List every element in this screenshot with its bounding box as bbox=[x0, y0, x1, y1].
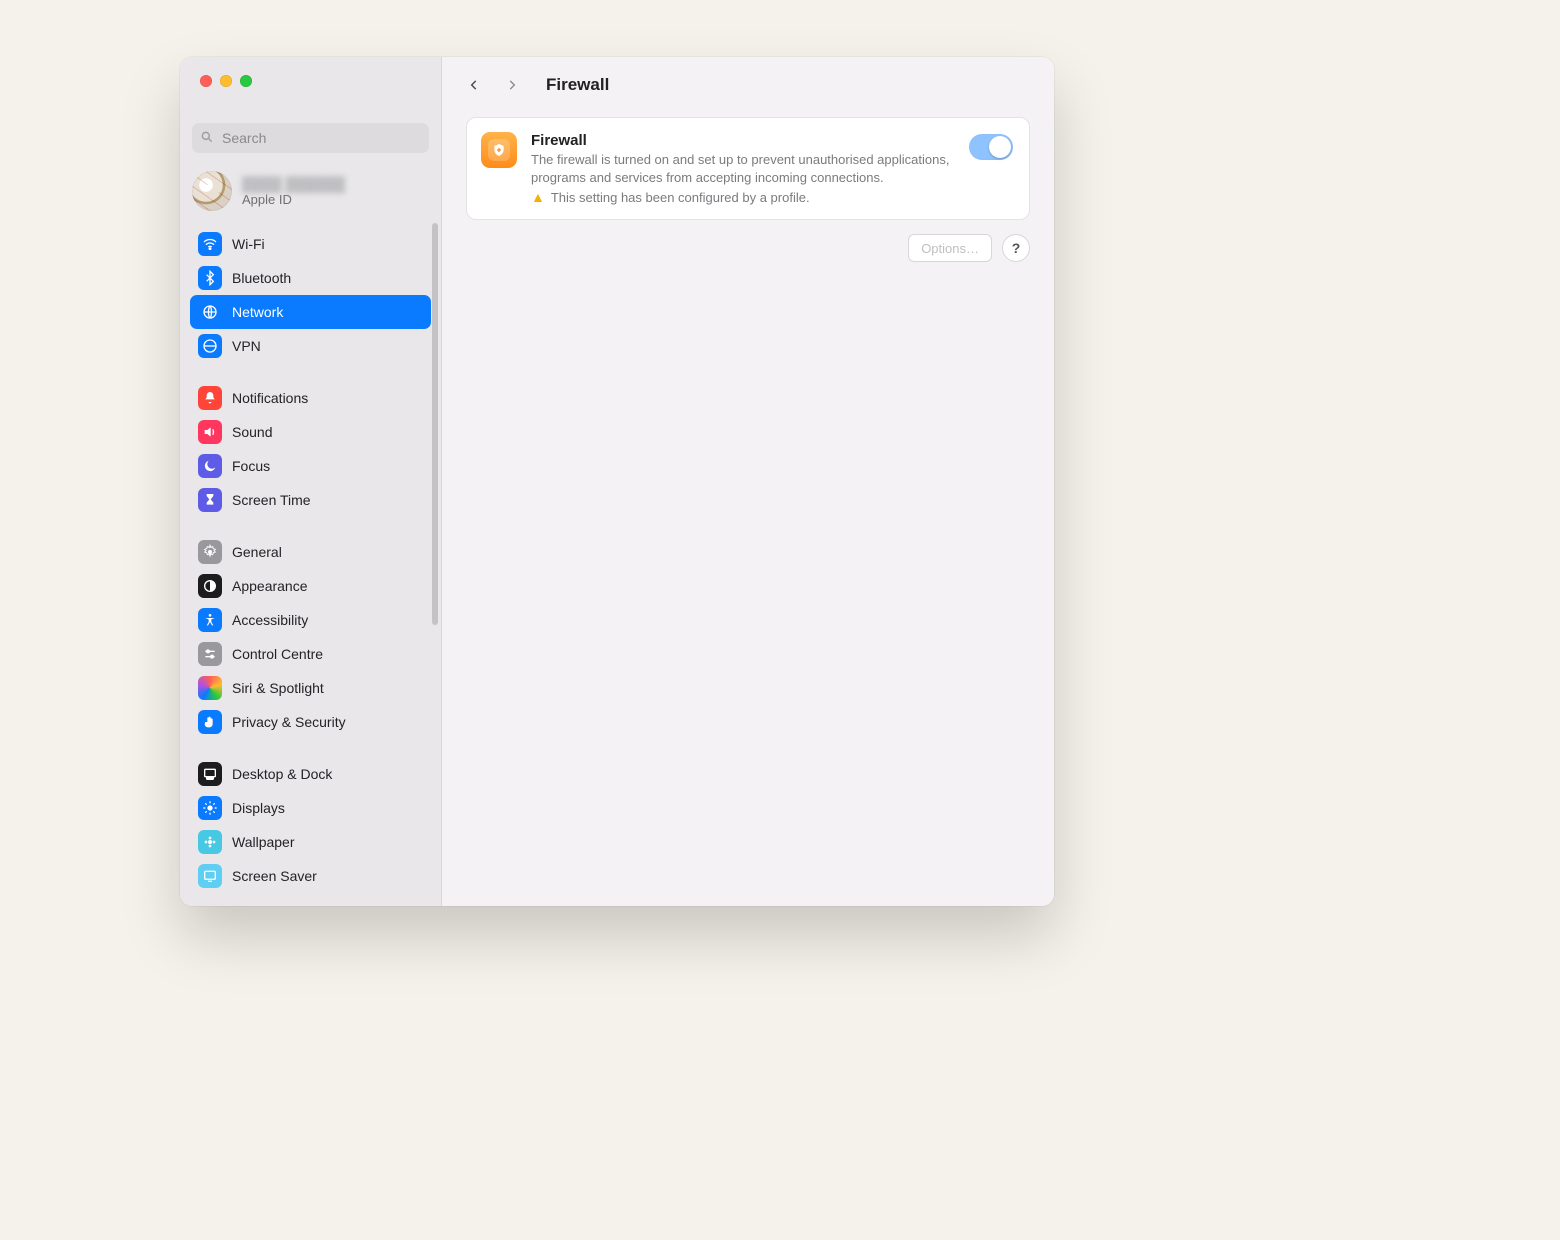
sidebar-group: Notifications Sound Focus Screen Time bbox=[180, 377, 441, 531]
sidebar-item-label: Sound bbox=[232, 424, 272, 440]
sidebar-item-network[interactable]: Network bbox=[190, 295, 431, 329]
profile-note-row: ▲ This setting has been configured by a … bbox=[531, 190, 955, 205]
gear-icon bbox=[198, 540, 222, 564]
window-controls bbox=[180, 57, 441, 113]
nav-back-button[interactable] bbox=[462, 73, 486, 97]
scrollbar[interactable] bbox=[432, 223, 438, 625]
sidebar-item-desktop-dock[interactable]: Desktop & Dock bbox=[190, 757, 431, 791]
nav-forward-button[interactable] bbox=[500, 73, 524, 97]
account-name: ████ ██████ bbox=[242, 176, 345, 192]
toggle-knob bbox=[989, 136, 1011, 158]
moon-icon bbox=[198, 454, 222, 478]
sidebar-item-label: Bluetooth bbox=[232, 270, 291, 286]
options-label: Options… bbox=[921, 241, 979, 256]
sidebar-item-label: Notifications bbox=[232, 390, 308, 406]
sidebar-item-sound[interactable]: Sound bbox=[190, 415, 431, 449]
sidebar-item-accessibility[interactable]: Accessibility bbox=[190, 603, 431, 637]
sun-icon bbox=[198, 796, 222, 820]
accessibility-icon bbox=[198, 608, 222, 632]
account-sub: Apple ID bbox=[242, 192, 345, 207]
sidebar-item-vpn[interactable]: VPN bbox=[190, 329, 431, 363]
warning-icon: ▲ bbox=[531, 190, 545, 204]
page-title: Firewall bbox=[546, 75, 609, 95]
sidebar-item-label: Appearance bbox=[232, 578, 308, 594]
firewall-description: The firewall is turned on and set up to … bbox=[531, 151, 951, 186]
sidebar-item-label: Control Centre bbox=[232, 646, 323, 662]
content: Firewall The firewall is turned on and s… bbox=[442, 113, 1054, 266]
network-icon bbox=[198, 300, 222, 324]
appearance-icon bbox=[198, 574, 222, 598]
sidebar-item-label: Screen Saver bbox=[232, 868, 317, 884]
sidebar-item-siri-spotlight[interactable]: Siri & Spotlight bbox=[190, 671, 431, 705]
sidebar-item-general[interactable]: General bbox=[190, 535, 431, 569]
sidebar: ████ ██████ Apple ID Wi-Fi Bluetooth Net… bbox=[180, 57, 442, 906]
sidebar-item-label: Siri & Spotlight bbox=[232, 680, 324, 696]
actions-row: Options… ? bbox=[466, 234, 1030, 262]
close-window-button[interactable] bbox=[200, 75, 212, 87]
firewall-icon bbox=[481, 132, 517, 168]
sidebar-item-displays[interactable]: Displays bbox=[190, 791, 431, 825]
avatar bbox=[192, 171, 232, 211]
profile-note: This setting has been configured by a pr… bbox=[551, 190, 810, 205]
firewall-card: Firewall The firewall is turned on and s… bbox=[466, 117, 1030, 220]
search-input[interactable] bbox=[220, 129, 421, 147]
sidebar-item-wifi[interactable]: Wi-Fi bbox=[190, 227, 431, 261]
sidebar-item-appearance[interactable]: Appearance bbox=[190, 569, 431, 603]
help-label: ? bbox=[1012, 240, 1021, 256]
vpn-icon bbox=[198, 334, 222, 358]
flower-icon bbox=[198, 830, 222, 854]
sidebar-group: General Appearance Accessibility Control… bbox=[180, 531, 441, 753]
firewall-toggle[interactable] bbox=[969, 134, 1013, 160]
sidebar-item-screen-time[interactable]: Screen Time bbox=[190, 483, 431, 517]
sidebar-item-label: Displays bbox=[232, 800, 285, 816]
minimize-window-button[interactable] bbox=[220, 75, 232, 87]
hourglass-icon bbox=[198, 488, 222, 512]
sidebar-item-label: General bbox=[232, 544, 282, 560]
system-settings-window: ████ ██████ Apple ID Wi-Fi Bluetooth Net… bbox=[180, 57, 1054, 906]
sidebar-item-label: Wi-Fi bbox=[232, 236, 265, 252]
sidebar-item-label: Accessibility bbox=[232, 612, 308, 628]
zoom-window-button[interactable] bbox=[240, 75, 252, 87]
sidebar-item-wallpaper[interactable]: Wallpaper bbox=[190, 825, 431, 859]
dock-icon bbox=[198, 762, 222, 786]
sidebar-item-focus[interactable]: Focus bbox=[190, 449, 431, 483]
search-icon bbox=[200, 130, 220, 147]
sliders-icon bbox=[198, 642, 222, 666]
header: Firewall bbox=[442, 57, 1054, 113]
sidebar-item-label: Wallpaper bbox=[232, 834, 295, 850]
sidebar-item-label: Focus bbox=[232, 458, 270, 474]
sidebar-item-label: Privacy & Security bbox=[232, 714, 346, 730]
sidebar-item-label: Network bbox=[232, 304, 283, 320]
main-panel: Firewall Firewall The firewall is turned… bbox=[442, 57, 1054, 906]
sidebar-item-label: VPN bbox=[232, 338, 261, 354]
sidebar-scroll: Wi-Fi Bluetooth Network VPN bbox=[180, 223, 441, 906]
help-button[interactable]: ? bbox=[1002, 234, 1030, 262]
screensaver-icon bbox=[198, 864, 222, 888]
apple-id-row[interactable]: ████ ██████ Apple ID bbox=[180, 161, 441, 223]
sidebar-item-screen-saver[interactable]: Screen Saver bbox=[190, 859, 431, 893]
sidebar-group: Wi-Fi Bluetooth Network VPN bbox=[180, 223, 441, 377]
wifi-icon bbox=[198, 232, 222, 256]
bell-icon bbox=[198, 386, 222, 410]
firewall-title: Firewall bbox=[531, 132, 955, 149]
sidebar-item-notifications[interactable]: Notifications bbox=[190, 381, 431, 415]
sidebar-item-label: Desktop & Dock bbox=[232, 766, 332, 782]
options-button[interactable]: Options… bbox=[908, 234, 992, 262]
hand-icon bbox=[198, 710, 222, 734]
bluetooth-icon bbox=[198, 266, 222, 290]
sidebar-item-bluetooth[interactable]: Bluetooth bbox=[190, 261, 431, 295]
sound-icon bbox=[198, 420, 222, 444]
sidebar-group: Desktop & Dock Displays Wallpaper Screen… bbox=[180, 753, 441, 906]
sidebar-item-label: Screen Time bbox=[232, 492, 311, 508]
search-field[interactable] bbox=[192, 123, 429, 153]
sidebar-item-control-centre[interactable]: Control Centre bbox=[190, 637, 431, 671]
sidebar-item-privacy-security[interactable]: Privacy & Security bbox=[190, 705, 431, 739]
firewall-text: Firewall The firewall is turned on and s… bbox=[531, 132, 955, 205]
siri-icon bbox=[198, 676, 222, 700]
